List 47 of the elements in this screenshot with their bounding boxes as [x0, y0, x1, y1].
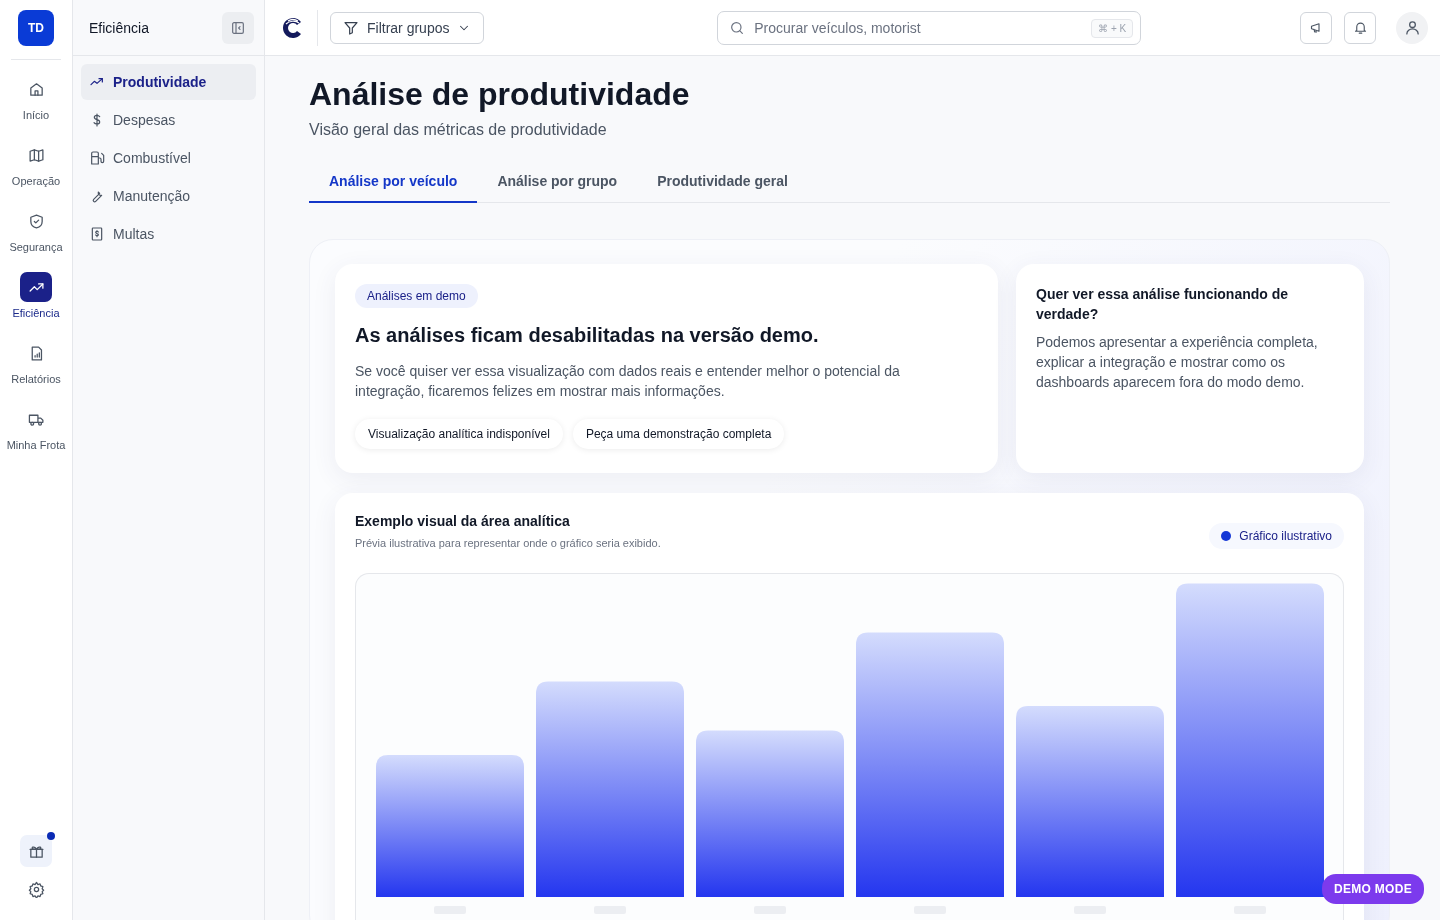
card-heading: Quer ver essa análise funcionando de verdade?: [1036, 285, 1290, 324]
demo-mode-badge[interactable]: DEMO MODE: [1321, 874, 1424, 904]
bell-icon: [1352, 20, 1368, 35]
chart-subtitle: Prévia ilustrativa para representar onde o gráfico seria exibido.: [355, 537, 661, 549]
fuel-pump-icon: [89, 150, 105, 166]
collapse-sidebar-button[interactable]: [222, 11, 254, 44]
user-icon: [1403, 19, 1421, 36]
sidebar-item[interactable]: Despesas: [81, 102, 256, 138]
legend-tag: Gráfico ilustrativo: [1209, 523, 1344, 549]
sidebar-item[interactable]: Manutenção: [81, 178, 256, 214]
gift-button[interactable]: [20, 835, 52, 867]
search-icon: [729, 19, 746, 36]
demo-tag: Análises em demo: [355, 284, 478, 308]
tab[interactable]: Produtividade geral: [637, 163, 808, 203]
card-heading: As análises ficam desabilitadas na versão demo.: [355, 324, 820, 347]
info-chip: Visualização analítica indisponível: [355, 419, 563, 449]
nav-item[interactable]: Operação: [0, 138, 72, 189]
nav-item[interactable]: Eficiência: [0, 270, 72, 321]
nav-item[interactable]: Relatórios: [0, 336, 72, 387]
nav-item[interactable]: Segurança: [0, 204, 72, 255]
nav-item[interactable]: Início: [0, 72, 72, 123]
tab[interactable]: Análise por grupo: [477, 163, 638, 203]
info-chip: Peça uma demonstração completa: [572, 419, 785, 449]
page-subtitle: Visão geral das métricas de produtividade: [309, 121, 608, 139]
settings-icon: [27, 881, 45, 898]
chart-title: Exemplo visual da área analítica: [355, 513, 571, 529]
section-title: Eficiência: [89, 19, 149, 36]
sidebar-item[interactable]: Multas: [81, 216, 256, 252]
filter-icon: [343, 19, 359, 36]
sidebar-item[interactable]: Combustível: [81, 140, 256, 176]
card-text: Se você quiser ver essa visualização com dados reais e entender melhor o potencial da integração, ficaremos felizes em mostrar mais informações.: [355, 362, 901, 401]
shield-icon: [27, 212, 45, 230]
settings-button[interactable]: [27, 881, 45, 898]
receipt-icon: [89, 226, 105, 242]
home-icon: [27, 80, 45, 98]
announcements-button[interactable]: [1300, 11, 1332, 44]
page-title: Análise de produtividade: [309, 76, 691, 113]
user-menu-button[interactable]: [1396, 11, 1428, 44]
card-text: Podemos apresentar a experiência completa, explicar a integração e mostrar como os dashboards aparecem fora do modo demo.: [1036, 333, 1319, 392]
sidebar-icon: [230, 19, 246, 36]
user-avatar[interactable]: TD: [18, 10, 54, 46]
map-icon: [27, 146, 45, 164]
sidebar-item[interactable]: Produtividade: [81, 64, 256, 100]
tab[interactable]: Análise por veículo: [309, 163, 478, 203]
nav-item[interactable]: Minha Frota: [0, 402, 72, 453]
filter-groups-button[interactable]: Filtrar grupos: [330, 11, 485, 44]
notifications-button[interactable]: [1344, 11, 1376, 44]
